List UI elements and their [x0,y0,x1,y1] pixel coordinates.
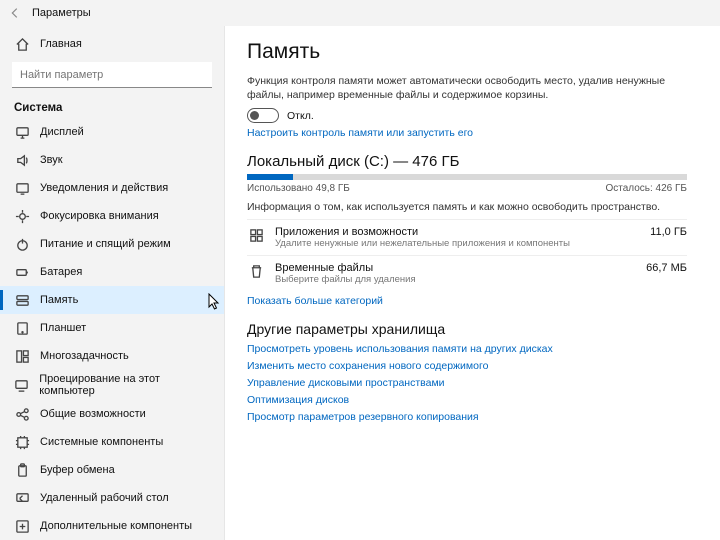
sidebar-item-label: Батарея [40,266,82,278]
content: Память Функция контроля памяти может авт… [225,26,720,540]
category-title: Временные файлы [275,262,416,274]
page-title: Память [247,40,698,64]
disk-heading: Локальный диск (C:) — 476 ГБ [247,153,698,170]
sound-icon [14,152,30,168]
components-icon [14,434,30,450]
clipboard-icon [14,462,30,478]
sidebar-item-label: Буфер обмена [40,464,115,476]
category-temp-files[interactable]: Временные файлы Выберите файлы для удале… [247,255,687,291]
sidebar-item-notifications[interactable]: Уведомления и действия [0,174,224,202]
disk-free-label: Осталось: 426 ГБ [605,183,687,194]
sidebar-item-display[interactable]: Дисплей [0,118,224,146]
sidebar-home[interactable]: Главная [0,30,224,58]
sidebar-item-label: Уведомления и действия [40,182,168,194]
disk-used-label: Использовано 49,8 ГБ [247,183,350,194]
storage-icon [14,292,30,308]
sidebar-item-power[interactable]: Питание и спящий режим [0,230,224,258]
sidebar-item-multitasking[interactable]: Многозадачность [0,342,224,370]
category-value: 66,7 МБ [646,262,687,285]
sidebar-item-remote-desktop[interactable]: Удаленный рабочий стол [0,484,224,512]
back-icon[interactable] [8,6,22,20]
sidebar-item-optional-features[interactable]: Дополнительные компоненты [0,512,224,540]
trash-icon [247,263,265,281]
sidebar-item-label: Удаленный рабочий стол [40,492,169,504]
sidebar-item-projecting[interactable]: Проецирование на этот компьютер [0,370,224,400]
sidebar-item-shared[interactable]: Общие возможности [0,400,224,428]
search-input[interactable] [12,62,212,88]
sidebar-item-label: Проецирование на этот компьютер [39,373,210,397]
multitask-icon [14,348,30,364]
sidebar-item-label: Общие возможности [40,408,146,420]
sidebar-item-label: Звук [40,154,63,166]
sidebar-home-label: Главная [40,38,82,50]
sidebar-item-system-components[interactable]: Системные компоненты [0,428,224,456]
sidebar-item-tablet[interactable]: Планшет [0,314,224,342]
disk-info: Информация о том, как используется памят… [247,200,667,214]
sidebar-item-label: Дополнительные компоненты [40,520,192,532]
tablet-icon [14,320,30,336]
battery-icon [14,264,30,280]
sidebar-item-label: Планшет [40,322,86,334]
other-link-backup-options[interactable]: Просмотр параметров резервного копирован… [247,411,479,423]
sidebar-item-storage[interactable]: Память [0,286,224,314]
category-value: 11,0 ГБ [650,226,687,249]
sidebar-item-battery[interactable]: Батарея [0,258,224,286]
storage-sense-toggle[interactable] [247,108,279,123]
other-link-storage-spaces[interactable]: Управление дисковыми пространствами [247,377,445,389]
sidebar-item-label: Системные компоненты [40,436,163,448]
power-icon [14,236,30,252]
plus-icon [14,518,30,534]
disk-usage-fill [247,174,293,180]
home-icon [14,36,30,52]
sidebar-item-clipboard[interactable]: Буфер обмена [0,456,224,484]
sidebar-item-label: Дисплей [40,126,84,138]
category-title: Приложения и возможности [275,226,570,238]
configure-storage-sense-link[interactable]: Настроить контроль памяти или запустить … [247,127,473,139]
sidebar-section-label: Система [0,96,224,118]
show-more-categories-link[interactable]: Показать больше категорий [247,295,383,307]
category-subtitle: Удалите ненужные или нежелательные прило… [275,238,570,249]
display-icon [14,124,30,140]
other-storage-heading: Другие параметры хранилища [247,321,698,337]
sidebar-item-sound[interactable]: Звук [0,146,224,174]
storage-sense-state: Откл. [287,110,314,122]
sidebar-item-label: Питание и спящий режим [40,238,171,250]
cast-icon [14,377,29,393]
disk-usage-bar [247,174,687,180]
share-icon [14,406,30,422]
other-link-optimize-drives[interactable]: Оптимизация дисков [247,394,349,406]
sidebar: Главная Система Дисплей Звук Уведомления… [0,26,225,540]
apps-icon [247,227,265,245]
sidebar-item-focus[interactable]: Фокусировка внимания [0,202,224,230]
sidebar-item-label: Память [40,294,78,306]
sidebar-item-label: Многозадачность [40,350,129,362]
other-link-usage-other-drives[interactable]: Просмотреть уровень использования памяти… [247,343,553,355]
category-subtitle: Выберите файлы для удаления [275,274,416,285]
window-title: Параметры [32,7,91,19]
notifications-icon [14,180,30,196]
sidebar-item-label: Фокусировка внимания [40,210,159,222]
storage-sense-description: Функция контроля памяти может автоматиче… [247,74,667,102]
remote-icon [14,490,30,506]
other-link-change-save-location[interactable]: Изменить место сохранения нового содержи… [247,360,488,372]
focus-icon [14,208,30,224]
category-apps[interactable]: Приложения и возможности Удалите ненужны… [247,219,687,255]
